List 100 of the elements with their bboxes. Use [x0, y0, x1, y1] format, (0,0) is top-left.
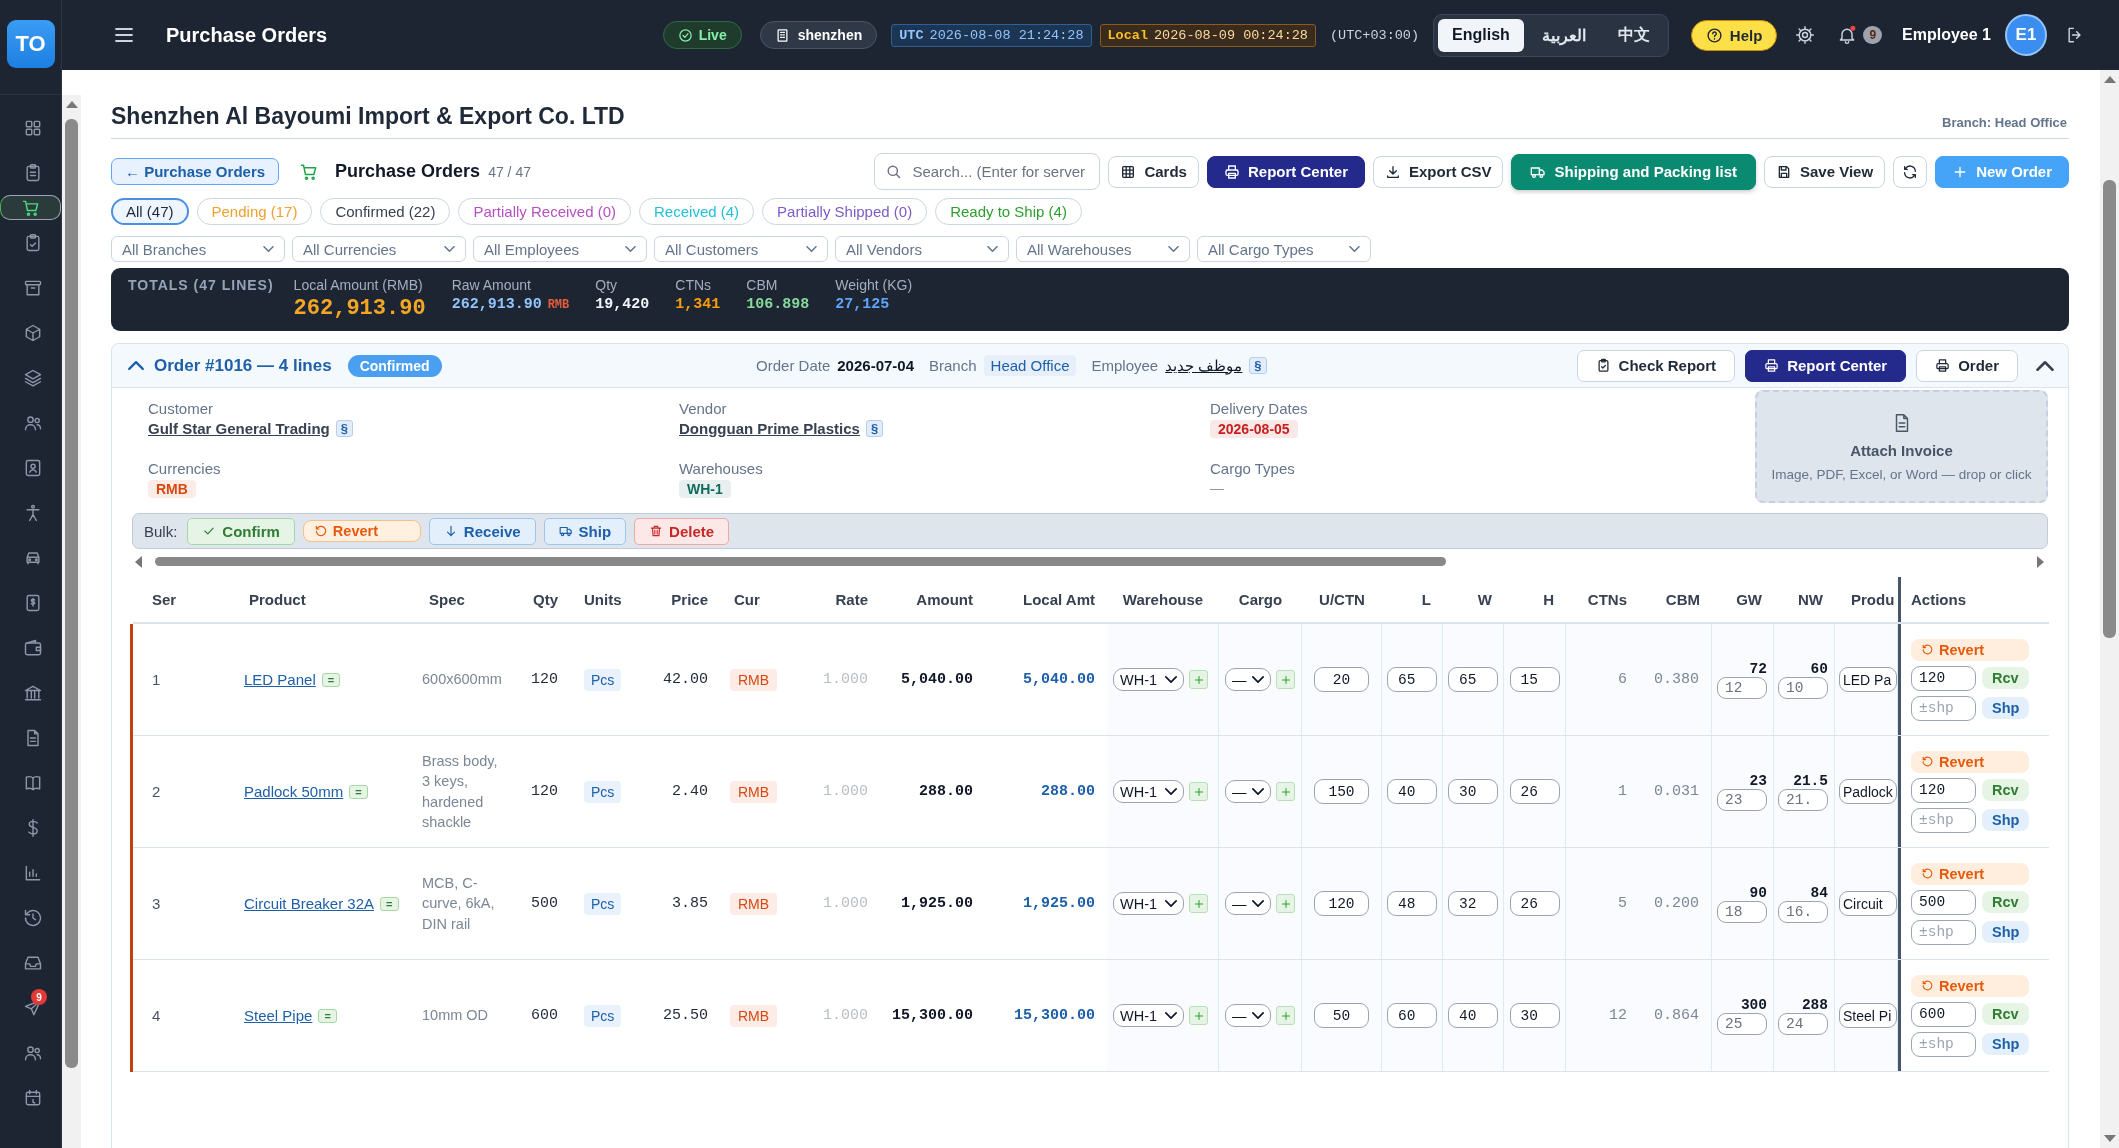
- ship-quantity-field[interactable]: ±shp: [1911, 1031, 1976, 1057]
- product-name-field[interactable]: Padlock: [1839, 779, 1897, 804]
- height-field[interactable]: 26: [1509, 779, 1560, 804]
- match-badge[interactable]: =: [349, 784, 368, 799]
- workspace-pill[interactable]: shenzhen: [759, 21, 878, 49]
- bulk-confirm-button[interactable]: Confirm: [187, 517, 295, 545]
- help-button[interactable]: Help: [1690, 19, 1778, 51]
- language-option[interactable]: العربية: [1527, 18, 1600, 52]
- receive-quantity-field[interactable]: 120: [1911, 777, 1976, 803]
- collapse-toggle[interactable]: [128, 361, 144, 370]
- width-field[interactable]: 32: [1448, 891, 1498, 916]
- receive-quantity-field[interactable]: 500: [1911, 889, 1976, 915]
- length-field[interactable]: 65: [1387, 667, 1437, 692]
- ship-quantity-field[interactable]: ±shp: [1911, 919, 1976, 945]
- height-field[interactable]: 30: [1509, 1003, 1560, 1028]
- status-filter[interactable]: Confirmed (22): [320, 198, 451, 225]
- status-filter[interactable]: Ready to Ship (4): [935, 198, 1082, 225]
- bulk-delete-button[interactable]: Delete: [634, 517, 730, 545]
- width-field[interactable]: 40: [1448, 1003, 1498, 1028]
- ship-quantity-field[interactable]: ±shp: [1911, 695, 1976, 721]
- product-name-field[interactable]: Steel Pi: [1839, 1003, 1897, 1028]
- order-action-button[interactable]: Order: [1916, 349, 2018, 382]
- shipping-list-button[interactable]: Shipping and Packing list: [1511, 153, 1756, 190]
- height-field[interactable]: 26: [1509, 891, 1560, 916]
- user-avatar[interactable]: E1: [2005, 14, 2047, 56]
- gross-weight-field[interactable]: 23: [1717, 788, 1767, 811]
- width-field[interactable]: 30: [1448, 779, 1498, 804]
- match-badge[interactable]: =: [321, 672, 341, 687]
- bulk-receive-button[interactable]: Receive: [428, 517, 536, 545]
- length-field[interactable]: 60: [1387, 1003, 1437, 1028]
- sidebar-item[interactable]: 9: [0, 985, 61, 1030]
- order-action-button[interactable]: Check Report: [1576, 349, 1736, 382]
- filter-dropdown[interactable]: All Employees: [473, 236, 647, 262]
- net-weight-field[interactable]: 10: [1778, 676, 1828, 699]
- shp-button[interactable]: Shp: [1982, 809, 2030, 831]
- filter-dropdown[interactable]: All Customers: [654, 236, 828, 262]
- product-link[interactable]: Steel Pipe: [244, 1007, 313, 1024]
- report-center-button[interactable]: Report Center: [1206, 155, 1365, 188]
- gross-weight-field[interactable]: 12: [1717, 676, 1767, 699]
- net-weight-field[interactable]: 16.: [1778, 900, 1828, 923]
- units-per-carton-field[interactable]: 120: [1314, 891, 1369, 916]
- rcv-button[interactable]: Rcv: [1982, 891, 2029, 913]
- rcv-button[interactable]: Rcv: [1982, 779, 2029, 801]
- report-center-button[interactable]: Report Center: [1745, 349, 1907, 382]
- shp-button[interactable]: Shp: [1982, 1033, 2030, 1055]
- collapse-toggle[interactable]: [2036, 360, 2054, 371]
- match-badge[interactable]: =: [380, 896, 399, 911]
- cargo-select[interactable]: —: [1225, 780, 1272, 803]
- status-filter[interactable]: Partially Shipped (0): [762, 198, 928, 225]
- sidebar-item[interactable]: [0, 195, 61, 220]
- net-weight-field[interactable]: 24: [1778, 1012, 1828, 1035]
- gross-weight-field[interactable]: 18: [1717, 900, 1767, 923]
- scrollbar[interactable]: [62, 95, 81, 1148]
- app-logo[interactable]: TO: [6, 20, 55, 68]
- status-filter[interactable]: All (47): [111, 198, 189, 225]
- shp-button[interactable]: Shp: [1982, 921, 2030, 943]
- filter-dropdown[interactable]: All Vendors: [835, 236, 1009, 262]
- net-weight-field[interactable]: 21.: [1778, 788, 1828, 811]
- link-marker[interactable]: §: [865, 420, 884, 437]
- back-button[interactable]: ← Purchase Orders: [111, 158, 280, 185]
- rcv-button[interactable]: Rcv: [1982, 667, 2029, 689]
- search-field[interactable]: Search... (Enter for server: [874, 153, 1101, 190]
- language-option[interactable]: English: [1438, 18, 1524, 52]
- match-badge[interactable]: =: [318, 1008, 337, 1023]
- cargo-select[interactable]: —: [1225, 892, 1272, 915]
- product-link[interactable]: Circuit Breaker 32A: [244, 895, 375, 912]
- warehouse-select[interactable]: WH-1: [1113, 780, 1184, 803]
- rcv-button[interactable]: Rcv: [1982, 1003, 2029, 1025]
- link-marker[interactable]: §: [1249, 357, 1267, 374]
- units-per-carton-field[interactable]: 50: [1314, 1003, 1369, 1028]
- toolbar-button[interactable]: Save View: [1764, 155, 1886, 188]
- height-field[interactable]: 15: [1509, 667, 1560, 692]
- cargo-select[interactable]: —: [1225, 668, 1272, 691]
- cargo-select[interactable]: —: [1225, 1004, 1272, 1027]
- ship-quantity-field[interactable]: ±shp: [1911, 807, 1976, 833]
- units-per-carton-field[interactable]: 20: [1314, 667, 1369, 692]
- product-link[interactable]: Padlock 50mm: [244, 783, 344, 800]
- filter-dropdown[interactable]: All Branches: [111, 236, 285, 262]
- shp-button[interactable]: Shp: [1982, 697, 2030, 719]
- toolbar-button[interactable]: Export CSV: [1372, 155, 1504, 188]
- warehouse-select[interactable]: WH-1: [1113, 1004, 1184, 1027]
- length-field[interactable]: 40: [1387, 779, 1437, 804]
- status-filter[interactable]: Partially Received (0): [458, 198, 632, 225]
- product-name-field[interactable]: LED Pa: [1839, 667, 1897, 692]
- product-link[interactable]: LED Panel: [244, 671, 316, 688]
- filter-dropdown[interactable]: All Cargo Types: [1197, 236, 1371, 262]
- receive-quantity-field[interactable]: 600: [1911, 1001, 1976, 1027]
- bulk-ship-button[interactable]: Ship: [543, 517, 627, 545]
- width-field[interactable]: 65: [1448, 667, 1498, 692]
- detail-link[interactable]: Dongguan Prime Plastics: [679, 420, 860, 437]
- detail-link[interactable]: Gulf Star General Trading: [148, 420, 330, 437]
- units-per-carton-field[interactable]: 150: [1314, 779, 1369, 804]
- warehouse-select[interactable]: WH-1: [1113, 668, 1184, 691]
- refresh-button[interactable]: [1893, 155, 1928, 188]
- warehouse-select[interactable]: WH-1: [1113, 892, 1184, 915]
- link-marker[interactable]: §: [335, 420, 353, 437]
- filter-dropdown[interactable]: All Warehouses: [1016, 236, 1190, 262]
- length-field[interactable]: 48: [1387, 891, 1437, 916]
- gross-weight-field[interactable]: 25: [1717, 1012, 1767, 1035]
- toolbar-button[interactable]: Cards: [1108, 155, 1199, 188]
